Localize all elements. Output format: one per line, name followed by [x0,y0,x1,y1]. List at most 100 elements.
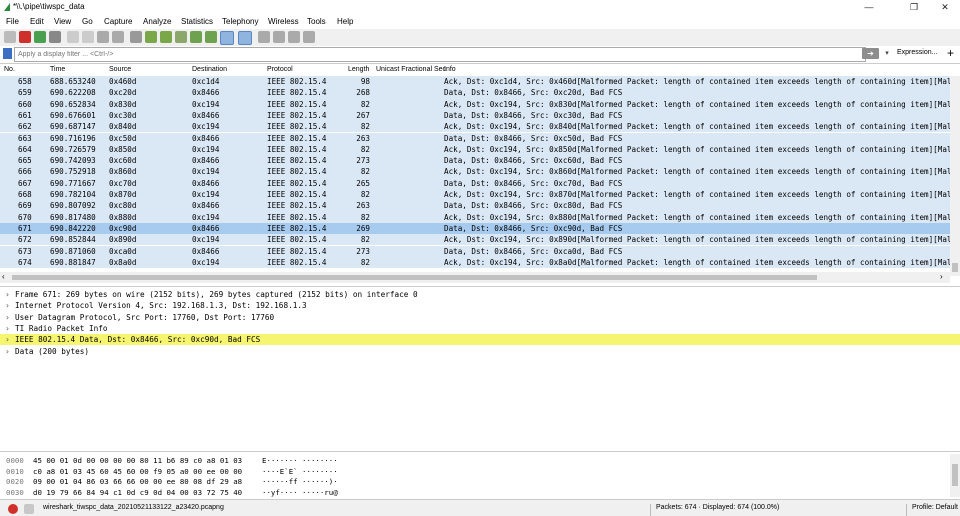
packet-destination: 0xc194 [192,167,220,177]
menu-help[interactable]: Help [337,17,353,26]
column-header-length[interactable]: Length [348,66,369,73]
expand-chevron-icon[interactable]: › [5,324,10,333]
packet-row[interactable]: 662 690.687147 0x840d 0xc194 IEEE 802.15.4 82… [0,121,950,133]
detail-tree-item[interactable]: › Frame 671: 269 bytes on wire (2152 bits… [0,289,960,300]
packet-row[interactable]: 659 690.622208 0xc20d 0x8466 IEEE 802.15.4 26… [0,87,950,99]
filter-history-dropdown[interactable]: ▾ [882,48,892,59]
menu-edit[interactable]: Edit [30,17,44,26]
menu-telephony[interactable]: Telephony [222,17,258,26]
packet-source: 0x8a0d [109,257,137,267]
display-filter-bar: ➔ ▾ Expression... + [0,46,960,62]
detail-tree-item[interactable]: › Internet Protocol Version 4, Src: 192.1… [0,300,960,311]
column-header-source[interactable]: Source [109,66,131,73]
packet-time: 690.782104 [50,190,96,199]
hex-bytes: d0 19 79 66 84 94 c1 0d c9 0d 04 00 03 7… [33,487,243,497]
bytes-row[interactable]: 0000 45 00 01 0d 00 00 00 00 80 11 b6 89 … [0,455,950,466]
last-packet-icon[interactable] [205,31,217,43]
bytes-row[interactable]: 0030 d0 19 79 66 84 94 c1 0d c9 0d 04 00 … [0,487,950,498]
bytes-row[interactable]: 0010 c0 a8 01 03 45 60 45 60 00 f9 05 a0 … [0,466,950,477]
go-forward-icon[interactable] [160,31,172,43]
capture-comment-icon[interactable] [24,504,34,514]
packet-row[interactable]: 669 690.807092 0xc80d 0x8466 IEEE 802.15.4 26… [0,200,950,212]
autoscroll-icon[interactable] [220,31,234,45]
add-filter-button[interactable]: + [947,46,954,60]
scroll-right-icon[interactable]: › [940,272,943,281]
scrollbar-thumb[interactable] [952,464,958,486]
column-header-no[interactable]: No. [4,66,15,73]
menu-go[interactable]: Go [82,17,93,26]
profile-status[interactable]: Profile: Default [912,504,958,511]
bytes-vertical-scrollbar[interactable] [950,454,960,497]
find-packet-icon[interactable] [130,31,142,43]
scroll-left-icon[interactable]: ‹ [2,272,5,281]
packet-row[interactable]: 668 690.782104 0x870d 0xc194 IEEE 802.15.4 82… [0,189,950,201]
packet-row[interactable]: 663 690.716196 0xc50d 0x8466 IEEE 802.15.4 26… [0,132,950,144]
expert-info-icon[interactable] [8,504,18,514]
detail-tree-item[interactable]: › Data (200 bytes) [0,346,960,357]
packet-list-vertical-scrollbar[interactable] [950,76,960,276]
detail-tree-item[interactable]: › User Datagram Protocol, Src Port: 17760… [0,312,960,323]
menu-view[interactable]: View [54,17,71,26]
packet-row[interactable]: 674 690.881847 0x8a0d 0xc194 IEEE 802.15.4 82… [0,256,950,269]
expression-button[interactable]: Expression... [897,49,937,56]
column-header-time[interactable]: Time [50,66,65,73]
column-header-destination[interactable]: Destination [192,66,227,73]
column-header-info[interactable]: Info [444,66,456,73]
menu-capture[interactable]: Capture [104,17,132,26]
display-filter-input[interactable] [14,47,866,62]
minimize-button[interactable]: — [855,1,883,14]
first-packet-icon[interactable] [190,31,202,43]
open-file-icon[interactable] [67,31,79,43]
expand-chevron-icon[interactable]: › [5,301,10,310]
packet-row[interactable]: 661 690.676601 0xc30d 0x8466 IEEE 802.15.4 26… [0,109,950,122]
stop-capture-icon[interactable] [19,31,31,43]
expand-chevron-icon[interactable]: › [5,347,10,356]
close-button[interactable]: ✕ [931,1,959,14]
scrollbar-thumb[interactable] [952,263,958,272]
save-file-icon[interactable] [82,31,94,43]
maximize-button[interactable]: ❐ [900,1,928,14]
column-header-unicast-fractional-sec[interactable]: Unicast Fractional Sec [376,66,446,73]
packet-protocol: IEEE 802.15.4 [267,99,327,109]
packet-row[interactable]: 660 690.652834 0x830d 0xc194 IEEE 802.15.4 82… [0,98,950,110]
menu-statistics[interactable]: Statistics [181,17,213,26]
reload-icon[interactable] [112,31,124,43]
column-header-protocol[interactable]: Protocol [267,66,293,73]
expand-chevron-icon[interactable]: › [5,290,10,299]
normal-size-icon[interactable] [288,31,300,43]
expand-chevron-icon[interactable]: › [5,335,10,344]
go-back-icon[interactable] [145,31,157,43]
detail-tree-label: Internet Protocol Version 4, Src: 192.16… [15,301,307,311]
menu-analyze[interactable]: Analyze [143,17,171,26]
packet-row[interactable]: 667 690.771667 0xc70d 0x8466 IEEE 802.15.4 26… [0,177,950,189]
colorize-icon[interactable] [238,31,252,45]
bookmark-icon[interactable] [3,48,12,59]
resize-columns-icon[interactable] [303,31,315,43]
packet-row[interactable]: 673 690.871060 0xca0d 0x8466 IEEE 802.15.4 27… [0,245,950,257]
scrollbar-thumb[interactable] [12,275,817,280]
zoom-out-icon[interactable] [273,31,285,43]
restart-capture-icon[interactable] [34,31,46,43]
packet-row[interactable]: 666 690.752918 0x860d 0xc194 IEEE 802.15.4 82… [0,166,950,178]
menu-tools[interactable]: Tools [307,17,326,26]
detail-tree-item[interactable]: › IEEE 802.15.4 Data, Dst: 0x8466, Src: 0… [0,334,960,346]
detail-tree-item[interactable]: › TI Radio Packet Info [0,323,960,334]
packet-list-horizontal-scrollbar[interactable]: ‹ › [0,272,950,283]
packet-row[interactable]: 672 690.852844 0x890d 0xc194 IEEE 802.15.4 82… [0,234,950,246]
apply-filter-button[interactable]: ➔ [862,48,879,59]
zoom-in-icon[interactable] [258,31,270,43]
start-capture-icon[interactable] [4,31,16,43]
packet-row[interactable]: 670 690.817480 0x880d 0xc194 IEEE 802.15.4 82… [0,211,950,223]
packet-row[interactable]: 664 690.726579 0x850d 0xc194 IEEE 802.15.4 82… [0,143,950,156]
packet-row[interactable]: 658 688.653240 0x460d 0xc1d4 IEEE 802.15.4 98… [0,76,950,88]
packet-row[interactable]: 665 690.742093 0xc60d 0x8466 IEEE 802.15.4 27… [0,155,950,167]
capture-options-icon[interactable] [49,31,61,43]
close-file-icon[interactable] [97,31,109,43]
packet-row-selected[interactable]: 671 690.842220 0xc90d 0x8466 IEEE 802.15.4 26… [0,222,950,235]
bytes-row[interactable]: 0020 09 00 01 04 86 03 66 66 00 00 ee 80 … [0,476,950,487]
expand-chevron-icon[interactable]: › [5,313,10,322]
go-to-packet-icon[interactable] [175,31,187,43]
menu-file[interactable]: File [6,17,19,26]
packet-length: 82 [360,167,370,177]
menu-wireless[interactable]: Wireless [268,17,299,26]
